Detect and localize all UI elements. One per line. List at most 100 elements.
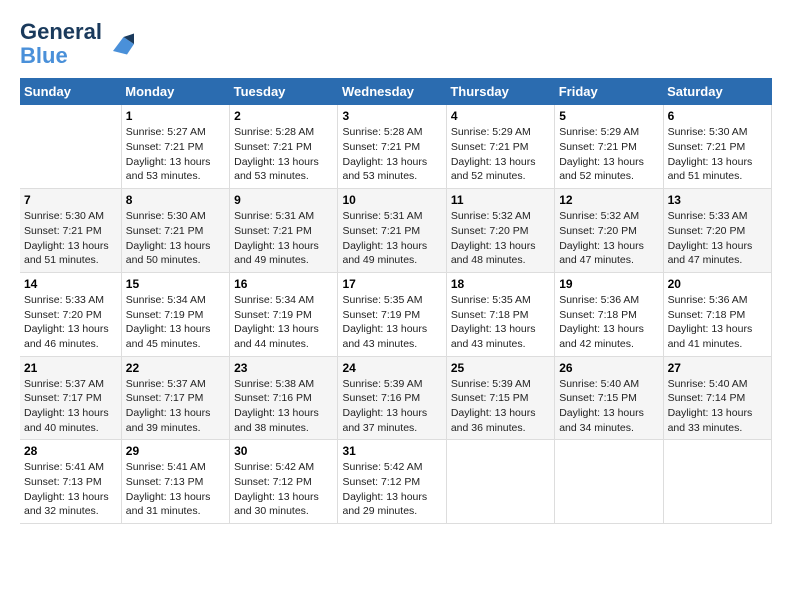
calendar-cell: 8 Sunrise: 5:30 AMSunset: 7:21 PMDaylight… xyxy=(121,189,229,273)
calendar-cell: 28Sunrise: 5:41 AMSunset: 7:13 PMDayligh… xyxy=(20,440,121,524)
day-number: 17 xyxy=(342,277,441,291)
calendar-cell xyxy=(663,440,771,524)
logo: GeneralBlue xyxy=(20,20,134,68)
calendar-cell: 3Sunrise: 5:28 AMSunset: 7:21 PMDaylight… xyxy=(338,105,446,188)
day-info: Sunrise: 5:40 AMSunset: 7:15 PMDaylight:… xyxy=(559,377,658,436)
day-number: 5 xyxy=(559,109,658,123)
day-info: Sunrise: 5:37 AMSunset: 7:17 PMDaylight:… xyxy=(126,377,225,436)
calendar-cell: 29 Sunrise: 5:41 AMSunset: 7:13 PMDayligh… xyxy=(121,440,229,524)
day-number: 6 xyxy=(668,109,767,123)
day-number: 4 xyxy=(451,109,550,123)
calendar-cell: 14 Sunrise: 5:33 AMSunset: 7:20 PMDayligh… xyxy=(20,272,121,356)
day-number: 13 xyxy=(668,193,767,207)
calendar-cell: 12 Sunrise: 5:32 AMSunset: 7:20 PMDayligh… xyxy=(555,189,663,273)
calendar-cell: 17 Sunrise: 5:35 AMSunset: 7:19 PMDayligh… xyxy=(338,272,446,356)
day-number: 21 xyxy=(24,361,117,375)
day-number: 27 xyxy=(668,361,767,375)
day-header-tuesday: Tuesday xyxy=(230,78,338,105)
day-header-monday: Monday xyxy=(121,78,229,105)
day-info: Sunrise: 5:33 AMSunset: 7:20 PMDaylight:… xyxy=(24,293,117,352)
day-number: 18 xyxy=(451,277,550,291)
day-number: 31 xyxy=(342,444,441,458)
calendar-cell: 1Sunrise: 5:27 AMSunset: 7:21 PMDaylight… xyxy=(121,105,229,188)
day-number: 20 xyxy=(668,277,767,291)
calendar-cell: 5Sunrise: 5:29 AMSunset: 7:21 PMDaylight… xyxy=(555,105,663,188)
week-row-1: 1Sunrise: 5:27 AMSunset: 7:21 PMDaylight… xyxy=(20,105,772,188)
day-header-thursday: Thursday xyxy=(446,78,554,105)
day-number: 7 xyxy=(24,193,117,207)
day-info: Sunrise: 5:32 AMSunset: 7:20 PMDaylight:… xyxy=(559,209,658,268)
day-info: Sunrise: 5:42 AMSunset: 7:12 PMDaylight:… xyxy=(234,460,333,519)
day-info: Sunrise: 5:36 AMSunset: 7:18 PMDaylight:… xyxy=(559,293,658,352)
day-info: Sunrise: 5:31 AMSunset: 7:21 PMDaylight:… xyxy=(342,209,441,268)
week-row-3: 14 Sunrise: 5:33 AMSunset: 7:20 PMDayligh… xyxy=(20,272,772,356)
day-info: Sunrise: 5:30 AMSunset: 7:21 PMDaylight:… xyxy=(126,209,225,268)
day-number: 23 xyxy=(234,361,333,375)
calendar-cell: 16Sunrise: 5:34 AMSunset: 7:19 PMDayligh… xyxy=(230,272,338,356)
day-info: Sunrise: 5:42 AMSunset: 7:12 PMDaylight:… xyxy=(342,460,441,519)
day-info: Sunrise: 5:31 AMSunset: 7:21 PMDaylight:… xyxy=(234,209,333,268)
calendar-cell xyxy=(446,440,554,524)
day-info: Sunrise: 5:33 AMSunset: 7:20 PMDaylight:… xyxy=(668,209,767,268)
page-header: GeneralBlue xyxy=(20,20,772,68)
day-number: 30 xyxy=(234,444,333,458)
day-info: Sunrise: 5:30 AMSunset: 7:21 PMDaylight:… xyxy=(24,209,117,268)
day-header-saturday: Saturday xyxy=(663,78,771,105)
day-number: 10 xyxy=(342,193,441,207)
day-number: 26 xyxy=(559,361,658,375)
week-row-2: 7 Sunrise: 5:30 AMSunset: 7:21 PMDaylight… xyxy=(20,189,772,273)
day-info: Sunrise: 5:28 AMSunset: 7:21 PMDaylight:… xyxy=(234,125,333,184)
calendar-cell: 15Sunrise: 5:34 AMSunset: 7:19 PMDayligh… xyxy=(121,272,229,356)
day-number: 9 xyxy=(234,193,333,207)
calendar-cell: 21 Sunrise: 5:37 AMSunset: 7:17 PMDayligh… xyxy=(20,356,121,440)
day-header-friday: Friday xyxy=(555,78,663,105)
calendar-cell: 27Sunrise: 5:40 AMSunset: 7:14 PMDayligh… xyxy=(663,356,771,440)
calendar-cell: 26 Sunrise: 5:40 AMSunset: 7:15 PMDayligh… xyxy=(555,356,663,440)
day-number: 1 xyxy=(126,109,225,123)
calendar-cell: 7 Sunrise: 5:30 AMSunset: 7:21 PMDaylight… xyxy=(20,189,121,273)
day-number: 19 xyxy=(559,277,658,291)
day-number: 14 xyxy=(24,277,117,291)
day-header-wednesday: Wednesday xyxy=(338,78,446,105)
day-info: Sunrise: 5:36 AMSunset: 7:18 PMDaylight:… xyxy=(668,293,767,352)
day-number: 8 xyxy=(126,193,225,207)
day-info: Sunrise: 5:32 AMSunset: 7:20 PMDaylight:… xyxy=(451,209,550,268)
day-number: 2 xyxy=(234,109,333,123)
calendar-cell: 31 Sunrise: 5:42 AMSunset: 7:12 PMDayligh… xyxy=(338,440,446,524)
day-number: 12 xyxy=(559,193,658,207)
day-info: Sunrise: 5:38 AMSunset: 7:16 PMDaylight:… xyxy=(234,377,333,436)
calendar-cell xyxy=(555,440,663,524)
calendar-cell: 23 Sunrise: 5:38 AMSunset: 7:16 PMDayligh… xyxy=(230,356,338,440)
day-header-sunday: Sunday xyxy=(20,78,121,105)
calendar-cell: 22 Sunrise: 5:37 AMSunset: 7:17 PMDayligh… xyxy=(121,356,229,440)
days-header-row: SundayMondayTuesdayWednesdayThursdayFrid… xyxy=(20,78,772,105)
logo-blue: Blue xyxy=(20,43,68,68)
day-info: Sunrise: 5:41 AMSunset: 7:13 PMDaylight:… xyxy=(126,460,225,519)
calendar-cell: 13 Sunrise: 5:33 AMSunset: 7:20 PMDayligh… xyxy=(663,189,771,273)
calendar-cell: 4 Sunrise: 5:29 AMSunset: 7:21 PMDaylight… xyxy=(446,105,554,188)
day-info: Sunrise: 5:39 AMSunset: 7:15 PMDaylight:… xyxy=(451,377,550,436)
calendar-cell: 19 Sunrise: 5:36 AMSunset: 7:18 PMDayligh… xyxy=(555,272,663,356)
week-row-5: 28Sunrise: 5:41 AMSunset: 7:13 PMDayligh… xyxy=(20,440,772,524)
day-info: Sunrise: 5:29 AMSunset: 7:21 PMDaylight:… xyxy=(451,125,550,184)
logo-text: GeneralBlue xyxy=(20,20,102,68)
day-number: 24 xyxy=(342,361,441,375)
day-info: Sunrise: 5:37 AMSunset: 7:17 PMDaylight:… xyxy=(24,377,117,436)
calendar-cell: 25 Sunrise: 5:39 AMSunset: 7:15 PMDayligh… xyxy=(446,356,554,440)
day-number: 11 xyxy=(451,193,550,207)
day-number: 15 xyxy=(126,277,225,291)
day-number: 22 xyxy=(126,361,225,375)
day-info: Sunrise: 5:35 AMSunset: 7:19 PMDaylight:… xyxy=(342,293,441,352)
day-number: 25 xyxy=(451,361,550,375)
calendar-cell: 11 Sunrise: 5:32 AMSunset: 7:20 PMDayligh… xyxy=(446,189,554,273)
calendar-cell: 20 Sunrise: 5:36 AMSunset: 7:18 PMDayligh… xyxy=(663,272,771,356)
calendar-cell: 24Sunrise: 5:39 AMSunset: 7:16 PMDayligh… xyxy=(338,356,446,440)
calendar-cell: 30 Sunrise: 5:42 AMSunset: 7:12 PMDayligh… xyxy=(230,440,338,524)
day-number: 29 xyxy=(126,444,225,458)
week-row-4: 21 Sunrise: 5:37 AMSunset: 7:17 PMDayligh… xyxy=(20,356,772,440)
day-info: Sunrise: 5:28 AMSunset: 7:21 PMDaylight:… xyxy=(342,125,441,184)
calendar-cell: 6 Sunrise: 5:30 AMSunset: 7:21 PMDaylight… xyxy=(663,105,771,188)
day-info: Sunrise: 5:30 AMSunset: 7:21 PMDaylight:… xyxy=(668,125,767,184)
day-info: Sunrise: 5:35 AMSunset: 7:18 PMDaylight:… xyxy=(451,293,550,352)
calendar-table: SundayMondayTuesdayWednesdayThursdayFrid… xyxy=(20,78,772,524)
